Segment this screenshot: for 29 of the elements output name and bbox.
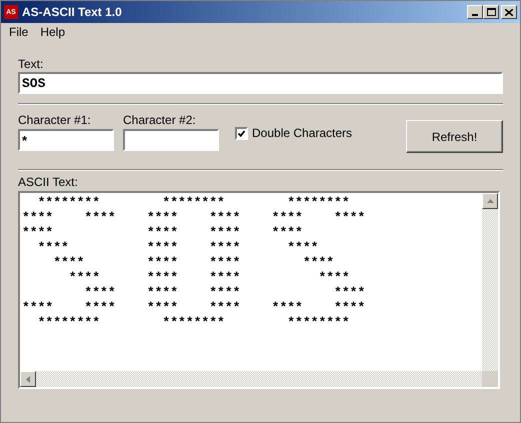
maximize-icon <box>486 8 496 16</box>
double-characters-checkbox[interactable] <box>235 126 248 140</box>
left-arrow-icon <box>26 376 30 382</box>
refresh-button[interactable]: Refresh! <box>406 120 503 153</box>
ascii-text-label: ASCII Text: <box>18 174 79 190</box>
close-button[interactable] <box>501 5 517 19</box>
double-characters-label: Double Characters <box>252 125 352 142</box>
character-2-field[interactable] <box>123 129 219 151</box>
menu-item[interactable]: Help <box>34 23 72 41</box>
ascii-art-text: ******** ******** ******** **** **** **** **** **** **** **** **** **** **** **** **** **** **** **** **** **** **** **** **** **** **** **** **** **** **** **** **** **** **** **** **** ******** ******** ******** <box>22 195 366 330</box>
checkmark-icon <box>238 130 245 136</box>
scrollbar-corner <box>482 371 498 387</box>
ascii-text-area[interactable] <box>18 191 500 389</box>
close-icon <box>505 8 513 16</box>
character-2-label: Character #2: <box>123 112 197 128</box>
vertical-scrollbar[interactable] <box>482 193 498 371</box>
character-1-label: Character #1: <box>18 112 92 128</box>
up-arrow-icon <box>486 199 494 203</box>
text-label: Text: <box>18 56 44 72</box>
horizontal-scrollbar[interactable] <box>20 371 482 387</box>
minimize-icon <box>472 14 478 16</box>
menu-item[interactable]: File <box>3 23 34 41</box>
character-1-field[interactable]: * <box>18 129 114 151</box>
minimize-button[interactable] <box>467 5 483 19</box>
text-input-field[interactable]: SOS <box>18 72 503 94</box>
window-title: AS-ASCII Text 1.0 <box>22 4 123 21</box>
maximize-button[interactable] <box>483 5 499 19</box>
scroll-left-button[interactable] <box>20 371 36 387</box>
scroll-up-button[interactable] <box>482 193 498 209</box>
